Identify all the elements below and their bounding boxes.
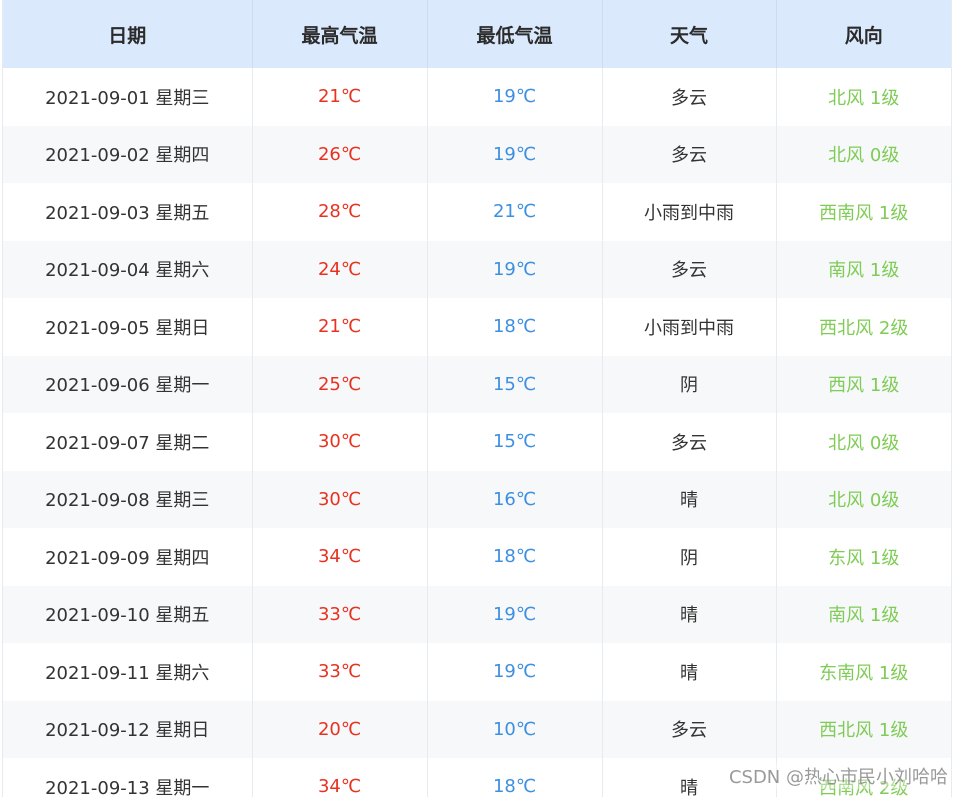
wind-cell: 北风 0级 [776,470,951,528]
table-row: 2021-09-07 星期二 30℃ 15℃ 多云 北风 0级 [3,413,951,471]
date-cell: 2021-09-05 星期日 [3,298,253,356]
table-row: 2021-09-08 星期三 30℃ 16℃ 晴北风 0级 [3,470,951,528]
date-cell: 2021-09-12 星期日 [3,700,253,758]
weather-cell: 多云 [602,68,777,126]
high-temp-cell: 26℃ [252,125,428,183]
high-temp-cell: 30℃ [252,413,428,471]
date-cell: 2021-09-01 星期三 [3,68,253,126]
high-temp-cell: 21℃ [252,68,428,126]
low-temp-cell: 18℃ [427,298,603,356]
weather-table-container: 日期 最高气温 最低气温 天气 风向 2021-09-01 星期三 21℃ 19℃ 多… [2,0,952,797]
wind-cell: 北风 1级 [776,68,951,126]
wind-cell: 西南风 1级 [776,183,951,241]
column-header-date: 日期 [3,0,253,68]
high-temp-cell: 20℃ [252,700,428,758]
date-cell: 2021-09-11 星期六 [3,643,253,701]
column-header-weather: 天气 [602,0,777,68]
date-cell: 2021-09-09 星期四 [3,528,253,586]
high-temp-cell: 21℃ [252,298,428,356]
weather-cell: 晴 [602,470,777,528]
low-temp-cell: 19℃ [427,585,603,643]
low-temp-cell: 21℃ [427,183,603,241]
weather-cell: 多云 [602,125,777,183]
table-row: 2021-09-11 星期六 33℃ 19℃ 晴东南风 1级 [3,643,951,701]
wind-cell: 西北风 1级 [776,700,951,758]
date-cell: 2021-09-10 星期五 [3,585,253,643]
high-temp-cell: 34℃ [252,758,428,797]
wind-cell: 西风 1级 [776,355,951,413]
wind-cell: 北风 0级 [776,413,951,471]
table-row: 2021-09-10 星期五 33℃ 19℃ 晴南风 1级 [3,585,951,643]
table-row: 2021-09-01 星期三 21℃ 19℃ 多云 北风 1级 [3,68,951,126]
column-header-high-temp: 最高气温 [252,0,428,68]
table-row: 2021-09-05 星期日 21℃ 18℃ 小雨到中雨 西北风 2级 [3,298,951,356]
table-row: 2021-09-12 星期日 20℃ 10℃ 多云 西北风 1级 [3,700,951,758]
weather-cell: 晴 [602,643,777,701]
weather-cell: 阴 [602,528,777,586]
weather-cell: 阴 [602,355,777,413]
column-header-low-temp: 最低气温 [427,0,603,68]
low-temp-cell: 15℃ [427,355,603,413]
low-temp-cell: 15℃ [427,413,603,471]
weather-cell: 晴 [602,585,777,643]
low-temp-cell: 19℃ [427,68,603,126]
low-temp-cell: 19℃ [427,240,603,298]
high-temp-cell: 24℃ [252,240,428,298]
table-body: 2021-09-01 星期三 21℃ 19℃ 多云 北风 1级 2021-09-02 星期… [3,68,951,797]
date-cell: 2021-09-08 星期三 [3,470,253,528]
table-header: 日期 最高气温 最低气温 天气 风向 [3,0,951,68]
wind-cell: 北风 0级 [776,125,951,183]
date-cell: 2021-09-13 星期一 [3,758,253,797]
csdn-watermark: CSDN @热心市民小刘哈哈 [728,763,948,789]
high-temp-cell: 33℃ [252,585,428,643]
low-temp-cell: 19℃ [427,125,603,183]
weather-cell: 多云 [602,413,777,471]
weather-cell: 多云 [602,240,777,298]
weather-cell: 多云 [602,700,777,758]
date-cell: 2021-09-03 星期五 [3,183,253,241]
table-row: 2021-09-09 星期四 34℃ 18℃ 阴东风 1级 [3,528,951,586]
weather-cell: 小雨到中雨 [602,183,777,241]
high-temp-cell: 33℃ [252,643,428,701]
table-row: 2021-09-06 星期一 25℃ 15℃ 阴西风 1级 [3,355,951,413]
table-row: 2021-09-04 星期六 24℃ 19℃ 多云 南风 1级 [3,240,951,298]
date-cell: 2021-09-02 星期四 [3,125,253,183]
table-row: 2021-09-02 星期四 26℃ 19℃ 多云 北风 0级 [3,125,951,183]
wind-cell: 南风 1级 [776,240,951,298]
wind-cell: 东南风 1级 [776,643,951,701]
low-temp-cell: 16℃ [427,470,603,528]
high-temp-cell: 25℃ [252,355,428,413]
high-temp-cell: 34℃ [252,528,428,586]
weather-table: 日期 最高气温 最低气温 天气 风向 2021-09-01 星期三 21℃ 19℃ 多… [3,0,951,797]
column-header-wind: 风向 [776,0,951,68]
low-temp-cell: 19℃ [427,643,603,701]
high-temp-cell: 30℃ [252,470,428,528]
header-row: 日期 最高气温 最低气温 天气 风向 [3,0,951,68]
table-row: 2021-09-03 星期五 28℃ 21℃ 小雨到中雨 西南风 1级 [3,183,951,241]
low-temp-cell: 18℃ [427,528,603,586]
date-cell: 2021-09-06 星期一 [3,355,253,413]
low-temp-cell: 10℃ [427,700,603,758]
wind-cell: 西北风 2级 [776,298,951,356]
date-cell: 2021-09-04 星期六 [3,240,253,298]
low-temp-cell: 18℃ [427,758,603,797]
weather-cell: 小雨到中雨 [602,298,777,356]
wind-cell: 东风 1级 [776,528,951,586]
high-temp-cell: 28℃ [252,183,428,241]
wind-cell: 南风 1级 [776,585,951,643]
date-cell: 2021-09-07 星期二 [3,413,253,471]
